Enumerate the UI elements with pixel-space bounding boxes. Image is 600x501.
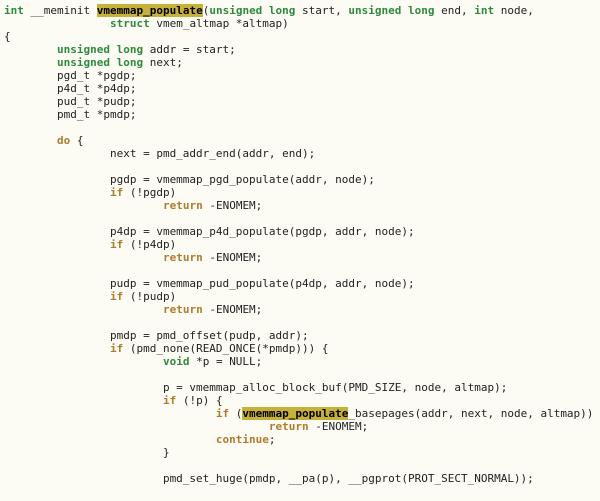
search-highlight: vmemmap_populate [97,4,203,17]
search-highlight: vmemmap_populate [242,407,348,420]
source-code-block: int __meminit vmemmap_populate(unsigned … [0,0,600,489]
